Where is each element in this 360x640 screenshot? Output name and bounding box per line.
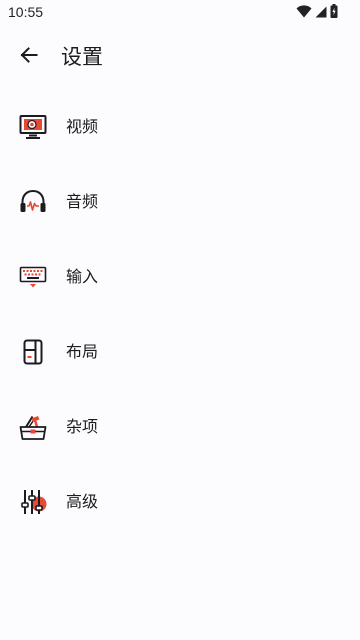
menu-item-layout[interactable]: 布局 [0, 314, 360, 389]
keyboard-icon [17, 261, 49, 293]
status-icons [296, 3, 338, 22]
battery-charging-icon [330, 3, 338, 22]
settings-screen: 10:55 设置 视频 音频 输入 布局 杂项 高级 [0, 0, 360, 640]
menu-item-advanced[interactable]: 高级 [0, 464, 360, 539]
layout-icon [17, 336, 49, 368]
menu-item-label: 杂项 [66, 416, 99, 436]
menu-item-audio[interactable]: 音频 [0, 164, 360, 239]
menu-item-video[interactable]: 视频 [0, 89, 360, 164]
menu-item-label: 输入 [66, 266, 99, 286]
settings-menu-list: 视频 音频 输入 布局 杂项 高级 [0, 89, 360, 539]
app-bar: 设置 [0, 34, 360, 80]
headphones-icon [17, 186, 49, 218]
menu-item-label: 音频 [66, 191, 99, 211]
menu-item-misc[interactable]: 杂项 [0, 389, 360, 464]
page-title: 设置 [61, 45, 103, 69]
status-time: 10:55 [8, 4, 44, 20]
wifi-icon [296, 3, 312, 22]
toolbox-icon [17, 411, 49, 443]
status-bar: 10:55 [0, 0, 360, 24]
signal-icon [315, 3, 327, 22]
monitor-icon [17, 111, 49, 143]
sliders-icon [17, 486, 49, 518]
arrow-back-icon [20, 46, 38, 68]
menu-item-label: 高级 [66, 491, 99, 511]
back-button[interactable] [12, 40, 46, 74]
menu-item-label: 视频 [66, 116, 99, 136]
menu-item-label: 布局 [66, 341, 99, 361]
menu-item-input[interactable]: 输入 [0, 239, 360, 314]
